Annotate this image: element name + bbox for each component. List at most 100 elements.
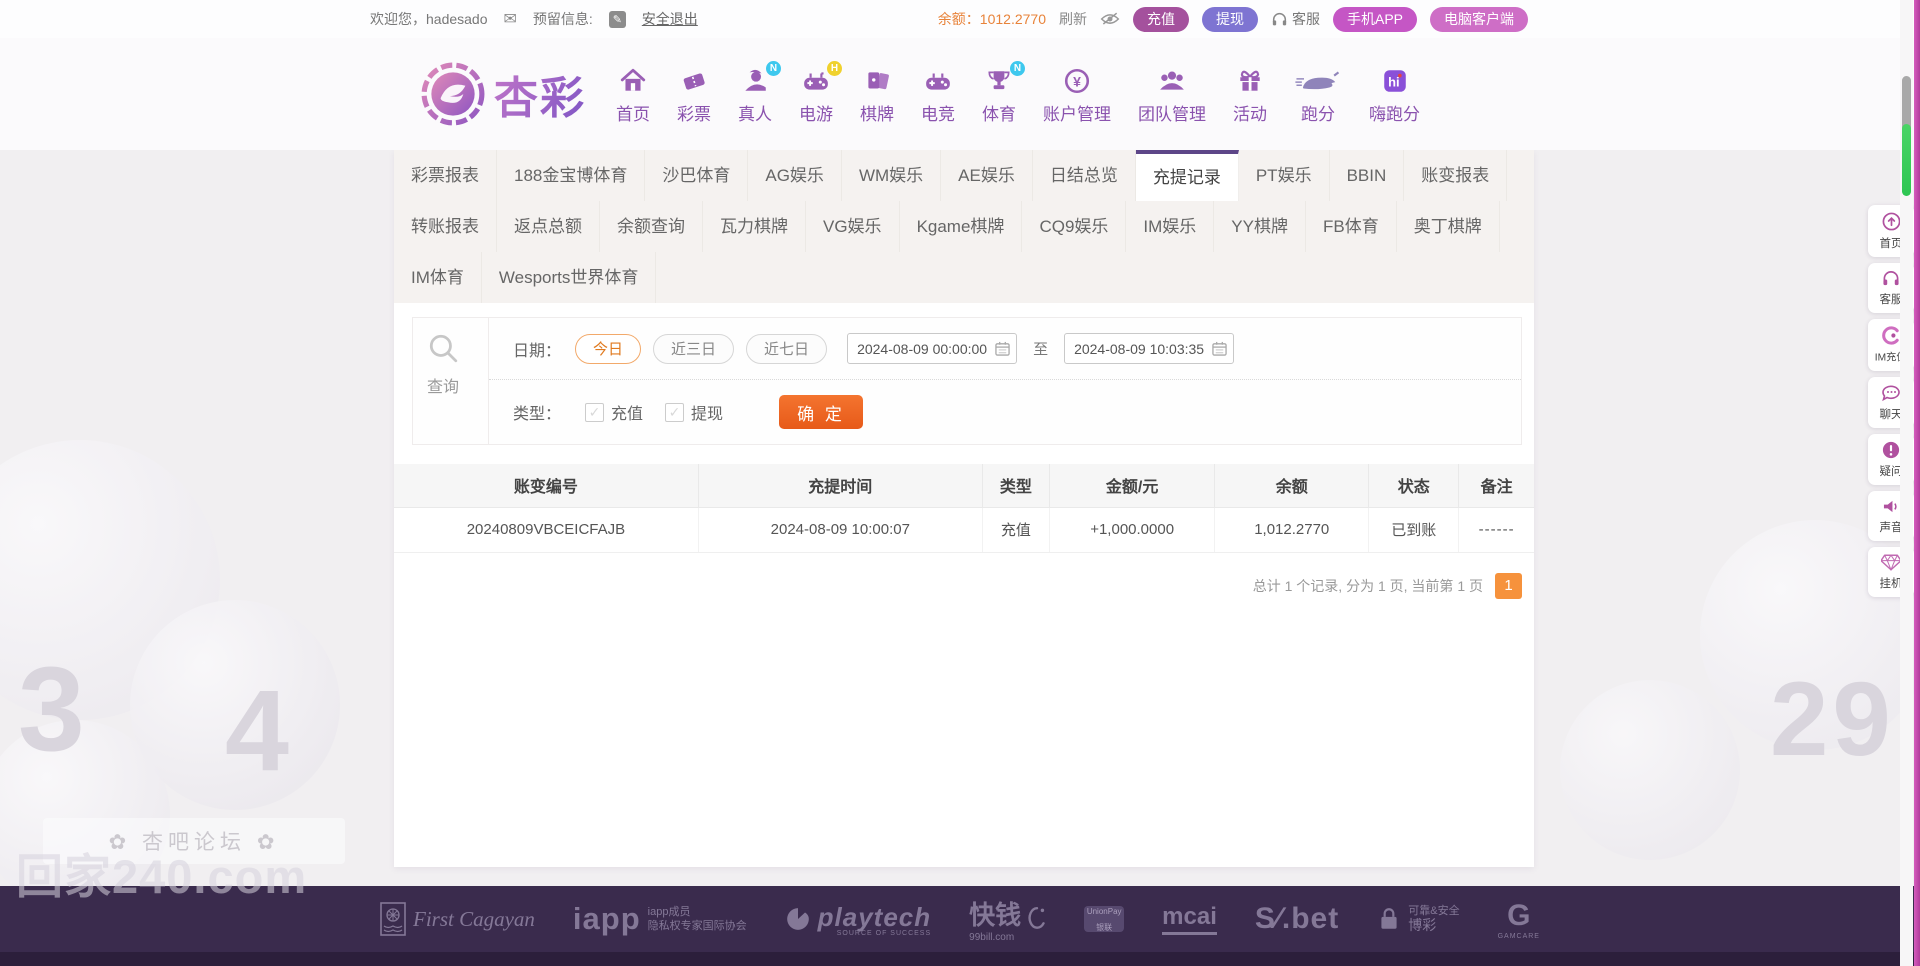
withdraw-button[interactable]: 提现 [1201,6,1258,32]
tab-wali[interactable]: 瓦力棋牌 [703,201,806,252]
balance-value: 1012.2770 [979,11,1046,27]
nav-item-team[interactable]: 团队管理 [1138,63,1206,125]
confirm-button[interactable]: 确 定 [779,395,864,429]
decor-number: 29 [1770,661,1895,778]
secure-gambling-logo: 可靠&安全 博彩 [1377,904,1460,934]
team-icon [1156,63,1188,95]
col-type: 类型 [982,464,1050,508]
tab-188-sport[interactable]: 188金宝博体育 [497,150,646,201]
col-amount: 金额/元 [1049,464,1216,508]
calendar-icon[interactable] [1212,341,1227,356]
cell-record-id: 20240809VBCEICFAJB [394,507,699,553]
nav-item-boardgames[interactable]: 棋牌 [860,63,894,125]
tab-account-change-report[interactable]: 账变报表 [1404,150,1508,201]
tab-im-game[interactable]: IM娱乐 [1126,201,1215,252]
tab-balance-query[interactable]: 余额查询 [600,201,703,252]
customer-service-link[interactable]: 客服 [1271,9,1320,29]
range-3days-button[interactable]: 近三日 [653,333,735,364]
pc-client-button[interactable]: 电脑客户端 [1430,6,1528,32]
nav-item-hi-paofen[interactable]: hi 嗨跑分 [1369,63,1420,125]
tab-deposit-withdraw-records[interactable]: 充提记录 [1135,150,1239,201]
table-header-row: 账变编号 充提时间 类型 金额/元 余额 状态 备注 [394,464,1534,508]
nav-item-lottery[interactable]: 彩票 [677,63,711,125]
nav-item-slots[interactable]: H 电游 [799,61,842,125]
ticket-icon [679,63,709,95]
page: 3 4 29 欢迎您，hadesado ✉ 预留信息: ✎ 安全退出 余额：10… [0,0,1920,966]
tab-daily-summary[interactable]: 日结总览 [1033,150,1136,201]
cell-note: ------ [1458,507,1534,553]
col-account-change-id: 账变编号 [394,464,699,508]
deposit-button[interactable]: 充值 [1132,6,1189,32]
tab-transfer-report[interactable]: 转账报表 [394,201,497,252]
mcai-logo: mcai [1162,903,1217,935]
eye-off-icon[interactable] [1100,11,1120,27]
cell-type: 充值 [982,507,1050,553]
query-side: 查询 [413,318,489,444]
tab-lottery-report[interactable]: 彩票报表 [394,150,497,201]
service-label: 客服 [1291,11,1320,27]
main-nav: 首页 彩票 N 真人 H 电游 棋牌 电竞 N 体育 ¥ 账户管理 团队管理 活… [616,61,1420,125]
mobile-app-button[interactable]: 手机APP [1332,6,1417,32]
edit-icon[interactable]: ✎ [608,10,626,28]
query-label: 查询 [427,379,460,396]
tab-yy[interactable]: YY棋牌 [1214,201,1306,252]
date-to-input[interactable]: 2024-08-09 10:03:35 [1064,333,1235,364]
tab-wm[interactable]: WM娱乐 [842,150,942,201]
tab-ag[interactable]: AG娱乐 [748,150,842,201]
tab-cq9[interactable]: CQ9娱乐 [1022,201,1127,252]
nav-item-esports[interactable]: 电竞 [921,63,955,125]
scrollbar-indicator[interactable] [1902,124,1911,196]
topbar: 欢迎您，hadesado ✉ 预留信息: ✎ 安全退出 余额：1012.2770… [0,0,1920,38]
unionpay-logo: UnionPay 银联 [1084,906,1125,932]
calendar-icon[interactable] [995,341,1010,356]
nav-item-home[interactable]: 首页 [616,63,650,125]
nav-item-account[interactable]: ¥ 账户管理 [1043,63,1111,125]
nav-item-sports[interactable]: N 体育 [982,61,1025,125]
svg-text:hi: hi [1388,74,1399,89]
deposit-checkbox[interactable]: ✓ 充值 [585,400,643,424]
cell-balance: 1,012.2770 [1214,507,1370,553]
hi-app-icon: hi [1380,63,1410,95]
esports-gamepad-icon [923,63,953,95]
refresh-button[interactable]: 刷新 [1059,9,1087,29]
tab-aoding[interactable]: 奥丁棋牌 [1397,201,1500,252]
withdraw-checkbox[interactable]: ✓ 提现 [665,400,723,424]
page-1-button[interactable]: 1 [1495,572,1522,599]
tab-shaba-sport[interactable]: 沙巴体育 [645,150,749,201]
decor-number: 4 [225,667,289,795]
nav-item-paofen[interactable]: 跑分 [1294,63,1342,125]
tab-im-sport[interactable]: IM体育 [394,252,482,303]
new-badge: N [766,61,781,76]
tab-wesports[interactable]: Wesports世界体育 [482,252,657,303]
nav-item-promos[interactable]: 活动 [1233,63,1267,125]
tab-pt[interactable]: PT娱乐 [1239,150,1330,201]
chat-bubble-icon [1881,384,1901,402]
mail-icon[interactable]: ✉ [504,9,517,29]
tab-vg[interactable]: VG娱乐 [806,201,900,252]
gem-icon [1881,554,1901,571]
coin-yuan-icon: ¥ [1062,63,1092,95]
new-badge: N [1010,61,1025,76]
brand-logo[interactable]: 杏彩 [420,61,586,127]
tab-ae[interactable]: AE娱乐 [941,150,1033,201]
col-status: 状态 [1368,464,1460,508]
watermark-site: 回家240.com [16,850,308,903]
nav-item-live[interactable]: N 真人 [738,61,781,125]
decor-ball [1560,680,1740,860]
logout-link[interactable]: 安全退出 [642,9,698,29]
search-icon [427,332,488,369]
tab-kgame[interactable]: Kgame棋牌 [900,201,1023,252]
tab-bbin[interactable]: BBIN [1330,150,1405,201]
range-today-button[interactable]: 今日 [575,333,642,364]
col-note: 备注 [1458,464,1534,508]
report-tabs: 彩票报表 188金宝博体育 沙巴体育 AG娱乐 WM娱乐 AE娱乐 日结总览 充… [394,150,1534,303]
first-cagayan-logo: First Cagayan [380,902,535,936]
range-7days-button[interactable]: 近七日 [746,333,828,364]
tab-rebate-total[interactable]: 返点总额 [497,201,600,252]
headset-icon [1881,270,1901,287]
kuaiqian-logo: 快钱 99bill.com [969,895,1046,943]
tab-fb-sport[interactable]: FB体育 [1306,201,1397,252]
date-from-input[interactable]: 2024-08-09 00:00:00 [847,333,1018,364]
brand-name: 杏彩 [494,62,586,126]
sbet-logo: S∕.bet [1254,902,1340,935]
